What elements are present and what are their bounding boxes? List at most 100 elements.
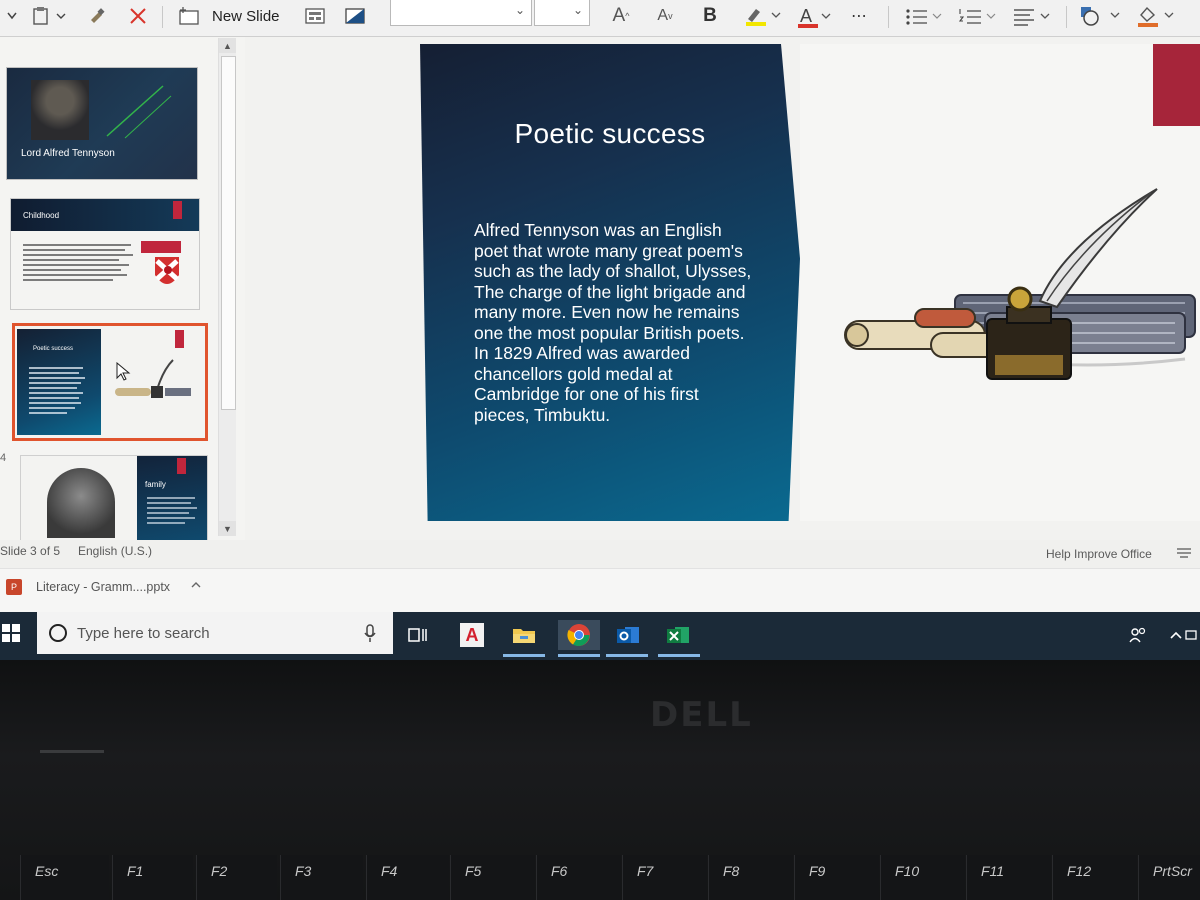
help-improve-office-link[interactable]: Help Improve Office — [1046, 547, 1152, 561]
slide-body-text[interactable]: Alfred Tennyson was an English poet that… — [474, 220, 756, 425]
windows-start-icon[interactable] — [0, 620, 28, 646]
bezel-highlight — [40, 750, 104, 753]
key-f4[interactable]: F4 — [366, 855, 449, 900]
shapes-icon — [1081, 7, 1120, 26]
align-text-icon — [1014, 9, 1050, 26]
coat-of-arms-icon — [141, 241, 181, 284]
section-icon[interactable] — [342, 4, 368, 28]
slide-title[interactable]: Poetic success — [440, 118, 780, 150]
key-label: F8 — [723, 863, 740, 879]
screen: New Slide ⌄ ⌄ A ^ Av B A ⋯ Lord Alfred T… — [0, 0, 1200, 660]
slide-thumbnail-1[interactable]: Lord Alfred Tennyson — [6, 67, 198, 180]
slide-counter: Slide 3 of 5 — [0, 544, 61, 558]
font-family-select[interactable]: ⌄ — [390, 0, 532, 26]
key-f5[interactable]: F5 — [450, 855, 535, 900]
slide-red-accent — [1153, 44, 1200, 126]
grow-font-button[interactable]: A ^ — [606, 4, 636, 28]
thumbnail-scrollbar[interactable]: ▲ ▼ — [218, 38, 236, 536]
outlook-icon[interactable] — [610, 620, 646, 650]
ribbon-separator — [1066, 6, 1067, 28]
shape-fill-button[interactable] — [1134, 4, 1182, 28]
ribbon-separator — [162, 6, 163, 28]
key-f9[interactable]: F9 — [794, 855, 879, 900]
dell-logo: DELL — [650, 695, 753, 735]
shapes-button[interactable] — [1076, 4, 1128, 28]
new-slide-button[interactable]: New Slide — [176, 4, 288, 28]
ribbon-separator — [888, 6, 889, 28]
red-accent — [173, 201, 182, 219]
bullets-button[interactable] — [902, 4, 948, 28]
scroll-up-icon[interactable]: ▲ — [219, 38, 236, 53]
key-prtscr[interactable]: PrtScr — [1138, 855, 1200, 900]
paint-bucket-icon — [1138, 6, 1174, 27]
family-photo-image — [47, 468, 115, 538]
grow-font-glyph: A — [612, 5, 626, 26]
align-button[interactable] — [1010, 4, 1056, 28]
file-explorer-icon[interactable] — [506, 620, 542, 650]
active-app-indicator — [558, 654, 600, 657]
paste-button[interactable] — [30, 4, 68, 28]
quill-and-ink-illustration — [844, 188, 1196, 380]
key-label: F11 — [981, 863, 1005, 879]
key-f10[interactable]: F10 — [880, 855, 965, 900]
red-accent — [177, 458, 186, 474]
delete-icon[interactable] — [126, 4, 150, 28]
key-label: F3 — [295, 863, 312, 879]
cortana-circle-icon — [49, 624, 67, 642]
active-app-indicator — [658, 654, 700, 657]
font-color-button[interactable]: A — [794, 4, 838, 28]
scroll-down-icon[interactable]: ▼ — [219, 521, 236, 536]
key-f2[interactable]: F2 — [196, 855, 277, 900]
active-app-indicator — [606, 654, 648, 657]
key-f12[interactable]: F12 — [1052, 855, 1137, 900]
bold-button[interactable]: B — [698, 4, 722, 28]
chevron-down-icon: ⌄ — [572, 3, 583, 17]
format-painter-icon[interactable] — [84, 4, 110, 28]
people-icon[interactable] — [1120, 620, 1156, 650]
shrink-font-glyph: A — [657, 7, 669, 24]
slide-thumbnail-4[interactable]: family — [20, 455, 208, 542]
key-f7[interactable]: F7 — [622, 855, 707, 900]
language-indicator[interactable]: English (U.S.) — [78, 544, 152, 558]
numbering-icon — [958, 9, 996, 24]
shrink-font-button[interactable]: Av — [650, 4, 680, 28]
microphone-icon[interactable] — [363, 623, 377, 643]
key-f3[interactable]: F3 — [280, 855, 363, 900]
key-esc[interactable]: Esc — [20, 855, 109, 900]
mouse-pointer-icon — [116, 362, 131, 381]
chevron-down-icon[interactable] — [2, 4, 22, 28]
more-options-button[interactable]: ⋯ — [846, 4, 872, 28]
scrollbar-thumb[interactable] — [221, 56, 236, 410]
task-view-icon[interactable] — [400, 620, 436, 650]
windows-taskbar: Type here to search A — [0, 612, 1200, 660]
notes-icon[interactable] — [1176, 546, 1192, 563]
network-icon[interactable] — [1182, 620, 1200, 650]
new-slide-icon — [179, 7, 199, 25]
taskbar-search-box[interactable]: Type here to search — [37, 612, 393, 654]
layout-icon[interactable] — [302, 4, 328, 28]
excel-icon[interactable] — [660, 620, 696, 650]
acrobat-icon[interactable]: A — [454, 620, 490, 650]
key-f1[interactable]: F1 — [112, 855, 193, 900]
bullets-icon — [906, 9, 942, 25]
slide-thumbnail-2[interactable]: Childhood — [10, 198, 200, 310]
key-f6[interactable]: F6 — [536, 855, 621, 900]
key-f8[interactable]: F8 — [708, 855, 793, 900]
key-label: F2 — [211, 863, 228, 879]
key-f11[interactable]: F11 — [966, 855, 1051, 900]
numbering-button[interactable] — [956, 4, 1002, 28]
chevron-up-icon[interactable] — [190, 579, 202, 593]
chrome-icon[interactable] — [558, 620, 600, 650]
status-bar: Slide 3 of 5 English (U.S.) Help Improve… — [0, 540, 1200, 568]
portrait-image — [31, 80, 89, 140]
key-label: F7 — [637, 863, 654, 879]
key-label: F6 — [551, 863, 568, 879]
slide-thumbnail-3-selected[interactable]: Poetic success — [12, 323, 208, 441]
red-accent — [175, 330, 184, 348]
thumbnail-title: family — [145, 480, 166, 489]
key-label: F10 — [895, 863, 920, 879]
text-highlight-button[interactable] — [740, 4, 788, 28]
download-file-name[interactable]: Literacy - Gramm....pptx — [36, 580, 170, 594]
more-glyph: ⋯ — [851, 8, 867, 25]
font-size-select[interactable]: ⌄ — [534, 0, 590, 26]
